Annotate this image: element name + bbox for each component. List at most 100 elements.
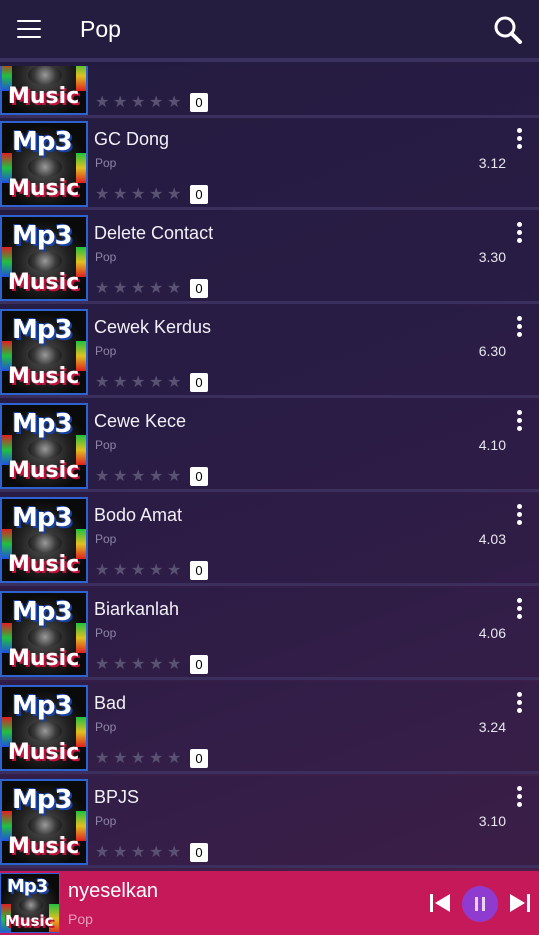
album-art: Mp3Music	[0, 685, 88, 771]
star-empty-icon[interactable]: ★	[149, 469, 164, 485]
search-icon[interactable]	[493, 15, 523, 45]
album-art: Mp3Music	[0, 779, 88, 865]
star-empty-icon[interactable]: ★	[113, 751, 128, 767]
rating-stars[interactable]: ★ ★ ★ ★ ★	[95, 95, 182, 111]
star-empty-icon[interactable]: ★	[167, 469, 182, 485]
star-empty-icon[interactable]: ★	[167, 751, 182, 767]
rating-stars[interactable]: ★ ★ ★ ★ ★	[95, 281, 182, 297]
song-genre: Pop	[95, 720, 117, 734]
star-empty-icon[interactable]: ★	[167, 281, 182, 297]
star-empty-icon[interactable]: ★	[95, 375, 110, 391]
album-art: Mp3Music	[0, 121, 88, 207]
song-title: Cewek Kerdus	[94, 317, 212, 337]
star-empty-icon[interactable]: ★	[149, 563, 164, 579]
star-empty-icon[interactable]: ★	[113, 469, 128, 485]
star-empty-icon[interactable]: ★	[149, 281, 164, 297]
song-title: BPJS	[94, 787, 140, 807]
song-title: GC Dong	[94, 129, 170, 149]
star-empty-icon[interactable]: ★	[95, 95, 110, 111]
rating-stars[interactable]: ★ ★ ★ ★ ★	[95, 751, 182, 767]
song-row[interactable]: Mp3 Music Biarkanlah Pop 4.06 ★ ★ ★ ★ ★ 0	[0, 588, 539, 680]
hamburger-menu-icon[interactable]	[17, 20, 41, 40]
rating-stars[interactable]: ★ ★ ★ ★ ★	[95, 187, 182, 203]
song-duration: 4.03	[478, 531, 506, 547]
star-empty-icon[interactable]: ★	[95, 657, 110, 673]
skip-next-icon[interactable]	[509, 892, 531, 914]
star-empty-icon[interactable]: ★	[131, 95, 146, 111]
star-empty-icon[interactable]: ★	[167, 95, 182, 111]
more-options-icon[interactable]	[513, 222, 525, 248]
star-empty-icon[interactable]: ★	[167, 845, 182, 861]
more-options-icon[interactable]	[513, 786, 525, 812]
song-row[interactable]: Mp3 Music BPJS Pop 3.10 ★ ★ ★ ★ ★ 0	[0, 776, 539, 868]
rating-count: 0	[190, 843, 208, 862]
rating-stars[interactable]: ★ ★ ★ ★ ★	[95, 657, 182, 673]
star-empty-icon[interactable]: ★	[149, 657, 164, 673]
rating-count: 0	[190, 279, 208, 298]
song-row[interactable]: Mp3 Music GC Dong Pop 3.12 ★ ★ ★ ★ ★ 0	[0, 118, 539, 210]
star-empty-icon[interactable]: ★	[113, 845, 128, 861]
star-empty-icon[interactable]: ★	[131, 375, 146, 391]
more-options-icon[interactable]	[513, 692, 525, 718]
star-empty-icon[interactable]: ★	[149, 845, 164, 861]
rating-count: 0	[190, 655, 208, 674]
song-list[interactable]: Mp3Music★★★★★0Mp3MusicGC DongPop3.12★★★★…	[0, 66, 539, 870]
pause-icon[interactable]	[462, 886, 498, 922]
star-empty-icon[interactable]: ★	[113, 657, 128, 673]
star-empty-icon[interactable]: ★	[167, 375, 182, 391]
song-row[interactable]: Mp3 Music Cewek Kerdus Pop 6.30 ★ ★ ★ ★ ★ 0	[0, 306, 539, 398]
song-duration: 4.06	[478, 625, 506, 641]
star-empty-icon[interactable]: ★	[113, 563, 128, 579]
now-playing-bar[interactable]: Mp3 Music nyeselkan Pop	[0, 871, 539, 935]
star-empty-icon[interactable]: ★	[95, 751, 110, 767]
star-empty-icon[interactable]: ★	[131, 751, 146, 767]
more-options-icon[interactable]	[513, 128, 525, 154]
star-empty-icon[interactable]: ★	[131, 469, 146, 485]
song-row[interactable]: Mp3 Music Delete Contact Pop 3.30 ★ ★ ★ ★ ★ 0	[0, 212, 539, 304]
star-empty-icon[interactable]: ★	[95, 281, 110, 297]
more-options-icon[interactable]	[513, 598, 525, 624]
star-empty-icon[interactable]: ★	[113, 281, 128, 297]
album-art: Mp3Music	[0, 403, 88, 489]
song-row[interactable]: Mp3 Music Bad Pop 3.24 ★ ★ ★ ★ ★ 0	[0, 682, 539, 774]
rating-stars[interactable]: ★ ★ ★ ★ ★	[95, 563, 182, 579]
star-empty-icon[interactable]: ★	[95, 563, 110, 579]
song-title: Biarkanlah	[94, 599, 180, 619]
star-empty-icon[interactable]: ★	[113, 375, 128, 391]
star-empty-icon[interactable]: ★	[131, 845, 146, 861]
album-art: Mp3Music	[0, 591, 88, 677]
song-row[interactable]: Mp3Music★★★★★0	[0, 66, 539, 118]
more-options-icon[interactable]	[513, 410, 525, 436]
song-genre: Pop	[95, 156, 117, 170]
rating-stars[interactable]: ★ ★ ★ ★ ★	[95, 375, 182, 391]
star-empty-icon[interactable]: ★	[113, 187, 128, 203]
star-empty-icon[interactable]: ★	[149, 751, 164, 767]
now-playing-genre: Pop	[68, 911, 93, 927]
rating-stars[interactable]: ★ ★ ★ ★ ★	[95, 845, 182, 861]
star-empty-icon[interactable]: ★	[149, 95, 164, 111]
rating-count: 0	[190, 561, 208, 580]
skip-previous-icon[interactable]	[429, 892, 451, 914]
star-empty-icon[interactable]: ★	[131, 187, 146, 203]
star-empty-icon[interactable]: ★	[167, 187, 182, 203]
star-empty-icon[interactable]: ★	[95, 187, 110, 203]
song-genre: Pop	[95, 814, 117, 828]
star-empty-icon[interactable]: ★	[167, 563, 182, 579]
more-options-icon[interactable]	[513, 504, 525, 530]
song-row[interactable]: Mp3 Music Cewe Kece Pop 4.10 ★ ★ ★ ★ ★ 0	[0, 400, 539, 492]
song-row[interactable]: Mp3 Music Bodo Amat Pop 4.03 ★ ★ ★ ★ ★ 0	[0, 494, 539, 586]
star-empty-icon[interactable]: ★	[149, 187, 164, 203]
star-empty-icon[interactable]: ★	[131, 563, 146, 579]
rating-count: 0	[190, 467, 208, 486]
star-empty-icon[interactable]: ★	[131, 657, 146, 673]
star-empty-icon[interactable]: ★	[113, 95, 128, 111]
star-empty-icon[interactable]: ★	[95, 845, 110, 861]
song-duration: 3.12	[478, 155, 506, 171]
star-empty-icon[interactable]: ★	[149, 375, 164, 391]
more-options-icon[interactable]	[513, 316, 525, 342]
star-empty-icon[interactable]: ★	[167, 657, 182, 673]
star-empty-icon[interactable]: ★	[131, 281, 146, 297]
rating-stars[interactable]: ★ ★ ★ ★ ★	[95, 469, 182, 485]
page-title: Pop	[80, 16, 121, 42]
star-empty-icon[interactable]: ★	[95, 469, 110, 485]
